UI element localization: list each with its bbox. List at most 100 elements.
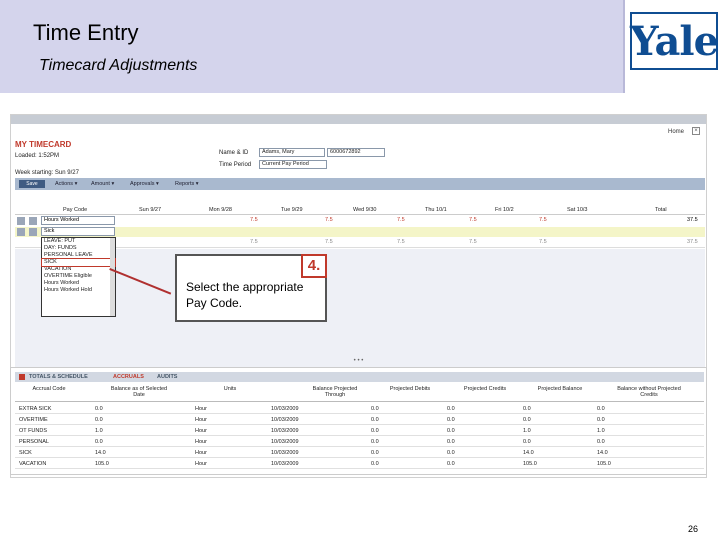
- tab-accruals[interactable]: ACCRUALS: [113, 373, 144, 381]
- tab-totals-schedule[interactable]: TOTALS & SCHEDULE: [29, 373, 88, 381]
- home-link[interactable]: Home: [668, 129, 684, 135]
- cell-units: Hour: [195, 461, 207, 467]
- table-row: EXTRA SICK 0.0 Hour 10/03/2009 0.0 0.0 0…: [15, 404, 704, 414]
- time-period-label: Time Period: [219, 162, 252, 168]
- cell-date: 10/03/2009: [271, 461, 299, 467]
- page-number: 26: [688, 524, 699, 534]
- pay-code-field[interactable]: Hours Worked: [41, 216, 115, 225]
- app-top-bar: [11, 115, 706, 124]
- dropdown-scrollbar[interactable]: [110, 238, 115, 316]
- loaded-time: Loaded: 1:52PM: [15, 153, 60, 159]
- cell-debits: 0.0: [371, 428, 379, 434]
- dropdown-item[interactable]: VACATION: [42, 266, 115, 273]
- dropdown-item[interactable]: OVERTIME Eligible: [42, 273, 115, 280]
- cell-fri[interactable]: 7.5: [539, 217, 547, 223]
- id-field[interactable]: 6000672892: [327, 148, 385, 157]
- cell-code: EXTRA SICK: [19, 406, 52, 412]
- col-pay-code: Pay Code: [63, 207, 88, 213]
- save-button[interactable]: Save: [19, 180, 45, 188]
- table-row: OVERTIME 0.0 Hour 10/03/2009 0.0 0.0 0.0…: [15, 415, 704, 425]
- bottom-tabs: TOTALS & SCHEDULE ACCRUALS AUDITS: [15, 372, 704, 382]
- row-menu-icon[interactable]: [29, 217, 37, 225]
- step-number: 4.: [301, 254, 327, 278]
- cell-total: 37.5: [687, 217, 698, 223]
- cell-date: 10/03/2009: [271, 428, 299, 434]
- col-balance-projected: Balance Projected Through: [312, 386, 358, 398]
- table-row: SICK 14.0 Hour 10/03/2009 0.0 0.0 14.0 1…: [15, 448, 704, 458]
- cell-without: 14.0: [597, 450, 608, 456]
- name-field[interactable]: Adams, Mary: [259, 148, 325, 157]
- cell-credits: 0.0: [447, 428, 455, 434]
- cell-tue[interactable]: 7.5: [325, 217, 333, 223]
- reports-menu[interactable]: Reports ▾: [175, 180, 199, 188]
- cell-thu: 7.5: [469, 239, 477, 245]
- cell-units: Hour: [195, 439, 207, 445]
- delete-row-icon[interactable]: [17, 217, 25, 225]
- cell-mon: 7.5: [250, 239, 258, 245]
- close-icon[interactable]: ×: [692, 127, 700, 135]
- cell-wed: 7.5: [397, 239, 405, 245]
- dropdown-item-selected[interactable]: SICK: [41, 258, 116, 267]
- amount-menu[interactable]: Amount ▾: [91, 180, 114, 188]
- cell-tue: 7.5: [325, 239, 333, 245]
- col-accrual-code: Accrual Code: [32, 386, 66, 392]
- cell-date: 10/03/2009: [271, 439, 299, 445]
- tab-audits[interactable]: AUDITS: [157, 373, 177, 381]
- table-row: Hours Worked 7.5 7.5 7.5 7.5 7.5 37.5: [15, 216, 705, 226]
- approvals-menu[interactable]: Approvals ▾: [130, 180, 159, 188]
- cell-balance: 0.0: [95, 439, 103, 445]
- cell-credits: 0.0: [447, 417, 455, 423]
- cell-balance: 0.0: [95, 406, 103, 412]
- accruals-header: Accrual Code Balance as of Selected Date…: [15, 386, 704, 402]
- table-row: OT FUNDS 1.0 Hour 10/03/2009 0.0 0.0 1.0…: [15, 426, 704, 436]
- cell-thu[interactable]: 7.5: [469, 217, 477, 223]
- col-tue: Tue 9/29: [281, 207, 303, 213]
- col-fri: Fri 10/2: [495, 207, 514, 213]
- cell-balance: 105.0: [95, 461, 109, 467]
- dropdown-item[interactable]: Hours Worked: [42, 280, 115, 287]
- delete-row-icon[interactable]: [17, 228, 25, 236]
- cell-debits: 0.0: [371, 417, 379, 423]
- dropdown-item[interactable]: PERSONAL LEAVE: [42, 252, 115, 259]
- cell-units: Hour: [195, 428, 207, 434]
- actions-menu[interactable]: Actions ▾: [55, 180, 77, 188]
- pay-code-dropdown[interactable]: LEAVE: PUT DAY: FUNDS PERSONAL LEAVE SIC…: [41, 237, 116, 317]
- cell-units: Hour: [195, 417, 207, 423]
- grid-header: Pay Code Sun 9/27 Mon 9/28 Tue 9/29 Wed …: [15, 206, 705, 215]
- toolbar: Save Actions ▾ Amount ▾ Approvals ▾ Repo…: [15, 178, 705, 190]
- time-period-select[interactable]: Current Pay Period: [259, 160, 327, 169]
- cell-credits: 0.0: [447, 450, 455, 456]
- cell-proj-balance: 105.0: [523, 461, 537, 467]
- accruals-pane: TOTALS & SCHEDULE ACCRUALS AUDITS Accrua…: [10, 367, 707, 475]
- name-label: Name & ID: [219, 150, 249, 156]
- col-projected-balance: Projected Balance: [537, 386, 583, 392]
- dropdown-item[interactable]: LEAVE: PUT: [42, 238, 115, 245]
- cell-debits: 0.0: [371, 450, 379, 456]
- yale-logo-text: Yale: [630, 12, 719, 70]
- slide-title: Time Entry: [33, 20, 139, 45]
- col-total: Total: [655, 207, 667, 213]
- cell-total: 37.5: [687, 239, 698, 245]
- cell-date: 10/03/2009: [271, 417, 299, 423]
- row-menu-icon[interactable]: [29, 228, 37, 236]
- cell-mon[interactable]: 7.5: [250, 217, 258, 223]
- pay-code-field[interactable]: Sick: [41, 227, 115, 236]
- cell-without: 0.0: [597, 439, 605, 445]
- pane-splitter[interactable]: • • •: [10, 358, 707, 364]
- dropdown-item[interactable]: DAY: FUNDS: [42, 245, 115, 252]
- timecard-title: MY TIMECARD: [15, 140, 72, 149]
- cell-code: OT FUNDS: [19, 428, 48, 434]
- cell-without: 0.0: [597, 417, 605, 423]
- flag-icon: [19, 374, 25, 380]
- table-row: Sick: [15, 227, 705, 237]
- yale-logo: Yale: [623, 0, 720, 93]
- table-row: VACATION 105.0 Hour 10/03/2009 0.0 0.0 1…: [15, 459, 704, 469]
- dropdown-item[interactable]: Hours Worked Hold: [42, 287, 115, 294]
- cell-proj-balance: 14.0: [523, 450, 534, 456]
- cell-proj-balance: 0.0: [523, 406, 531, 412]
- cell-units: Hour: [195, 450, 207, 456]
- cell-credits: 0.0: [447, 406, 455, 412]
- cell-wed[interactable]: 7.5: [397, 217, 405, 223]
- col-balance-selected: Balance as of Selected Date: [110, 386, 168, 398]
- cell-debits: 0.0: [371, 439, 379, 445]
